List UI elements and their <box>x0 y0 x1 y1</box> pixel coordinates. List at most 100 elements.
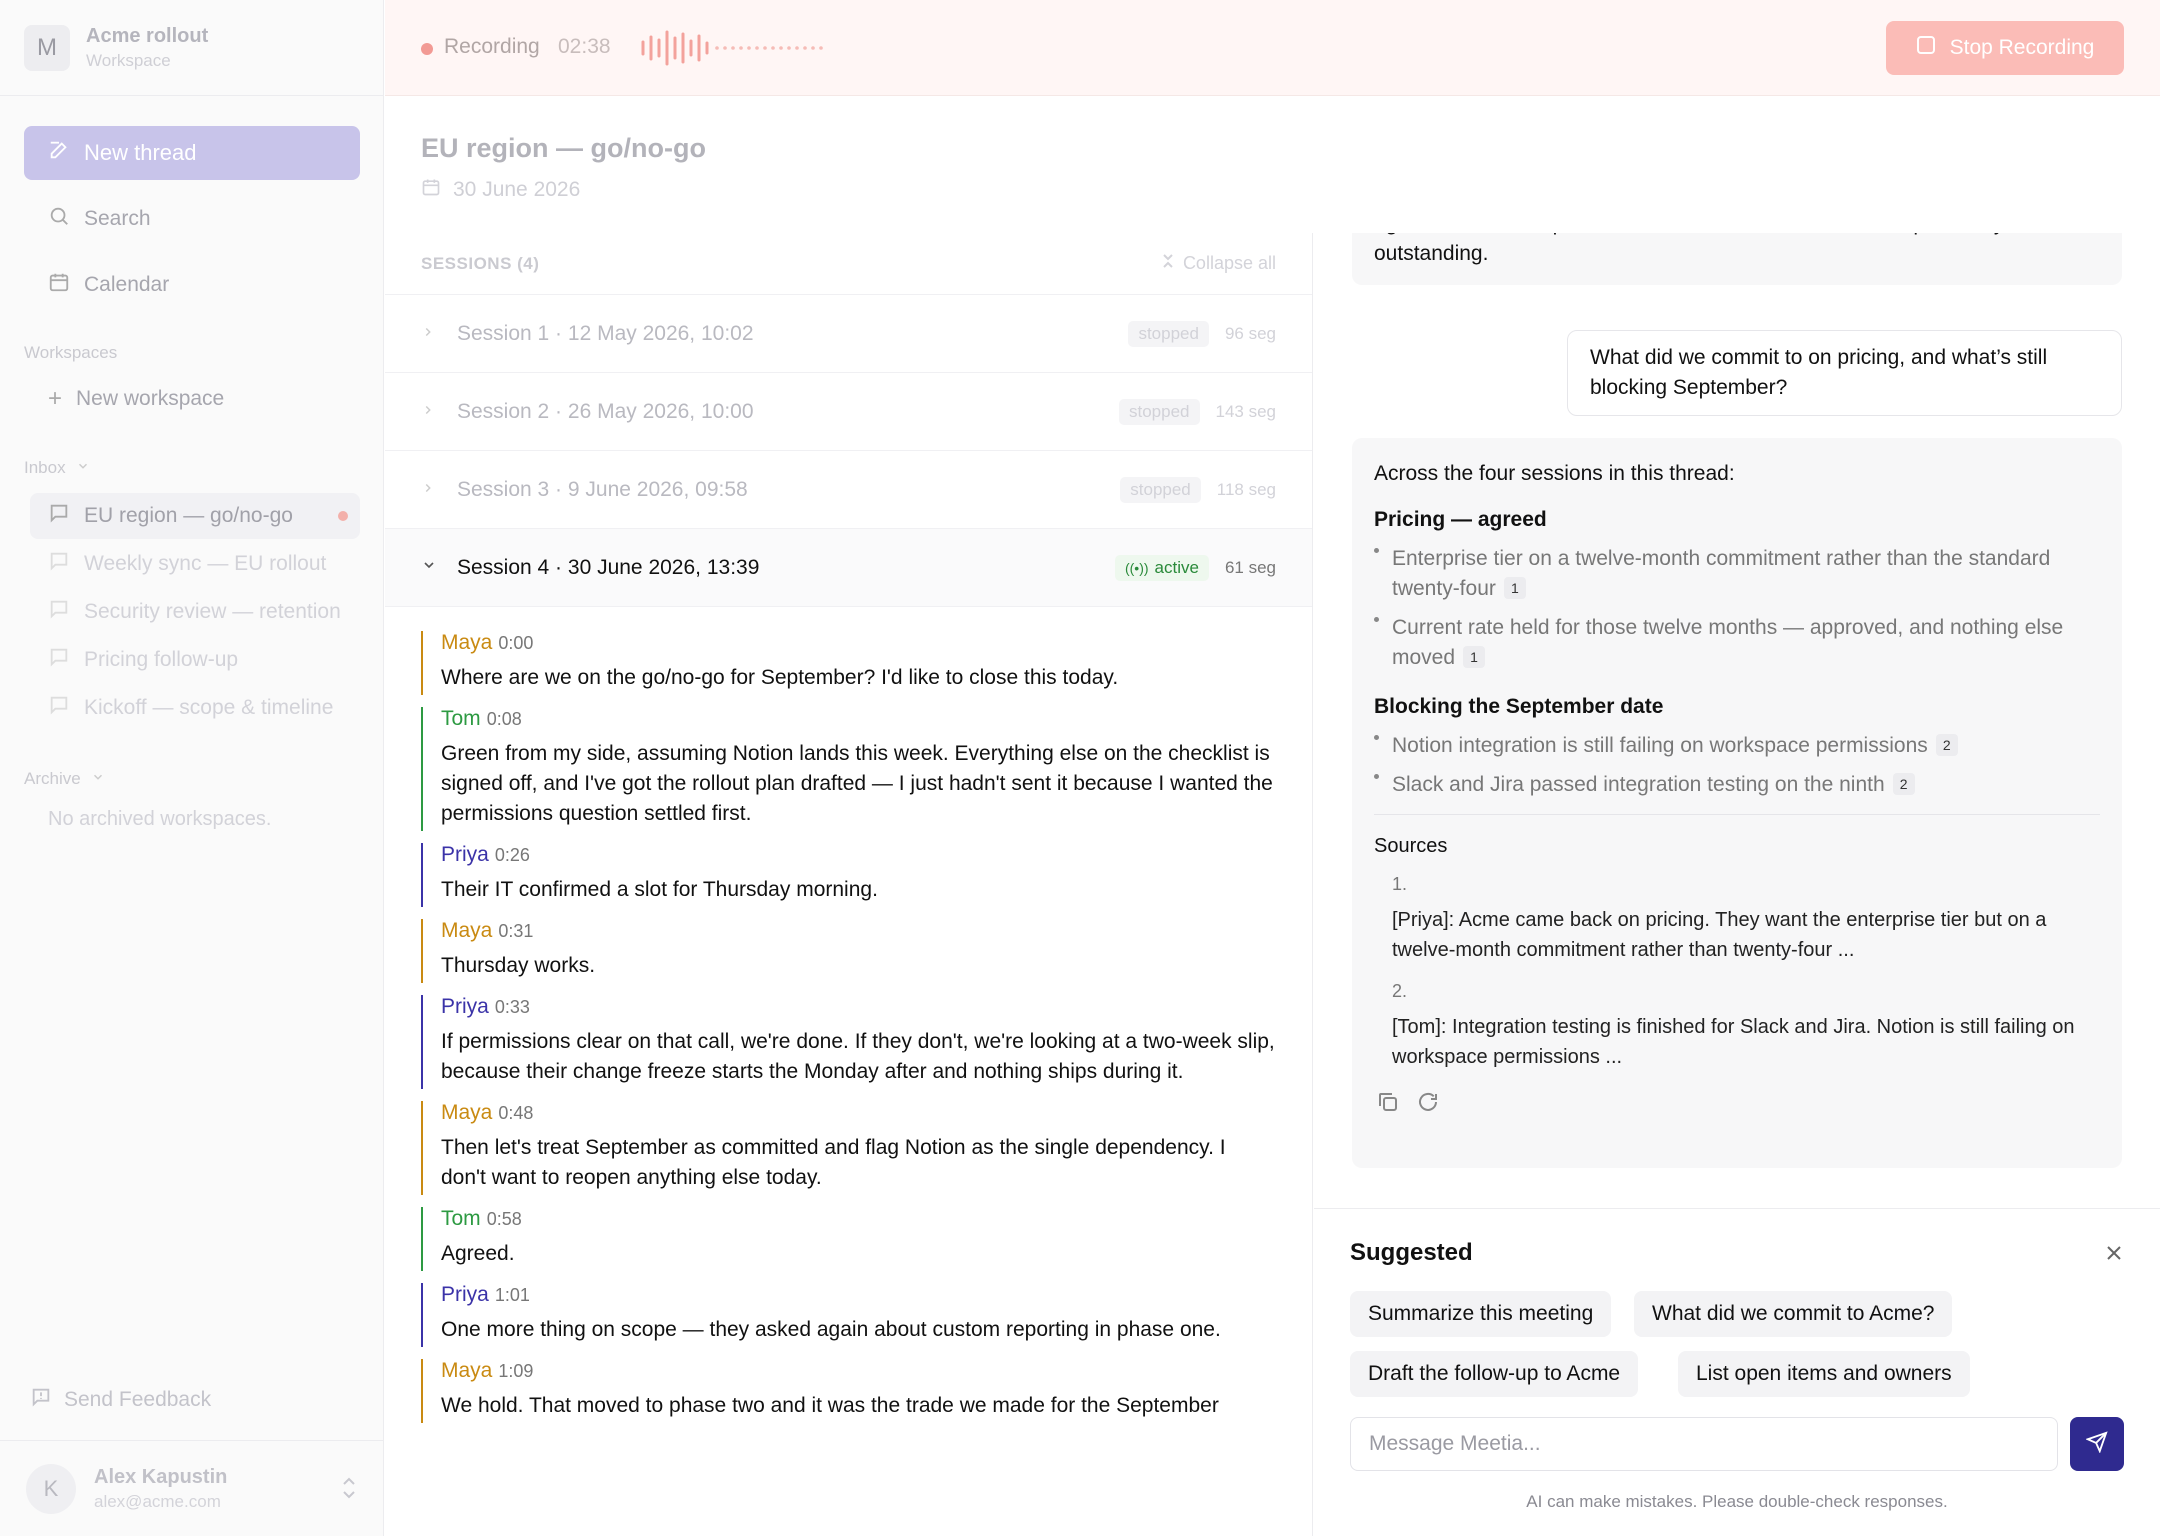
message-input[interactable] <box>1350 1417 2058 1471</box>
calendar-icon <box>421 177 441 203</box>
user-menu[interactable]: K Alex Kapustin alex@acme.com <box>0 1440 384 1536</box>
segment-count: 96 seg <box>1224 323 1276 343</box>
session-row[interactable]: Session 3 · 9 June 2026, 09:58 stopped 11… <box>385 451 1312 529</box>
session-row[interactable]: Session 2 · 26 May 2026, 10:00 stopped 14… <box>385 373 1312 451</box>
nav-calendar-label: Calendar <box>84 273 170 296</box>
inbox-item[interactable]: Kickoff — scope & timeline <box>30 685 360 731</box>
citation-badge[interactable]: 2 <box>1892 773 1915 795</box>
calendar-icon <box>48 271 70 299</box>
chat-bubble-icon <box>48 646 70 674</box>
session-title: Session 2 · 26 May 2026, 10:00 <box>457 399 754 423</box>
archive-section-toggle[interactable]: Archive <box>24 769 105 789</box>
close-icon[interactable] <box>2104 1243 2124 1268</box>
plus-icon: + <box>48 385 63 412</box>
status-badge: stopped <box>1120 476 1201 503</box>
inbox-item[interactable]: Pricing follow-up <box>30 637 360 683</box>
sources-label: Sources <box>1374 835 1448 857</box>
citation-badge[interactable]: 1 <box>1503 577 1526 599</box>
status-badge: stopped <box>1128 320 1209 347</box>
suggestion-chip[interactable]: Summarize this meeting <box>1350 1291 1612 1337</box>
answer-bullet: Enterprise tier on a twelve-month commit… <box>1374 544 2100 604</box>
source-excerpt[interactable]: [Priya]: Acme came back on pricing. They… <box>1374 905 2100 965</box>
bullet-text: Current rate held for those twelve month… <box>1392 616 2064 669</box>
inbox-item-label: Kickoff — scope & timeline <box>84 696 334 719</box>
workspace-subtitle: Workspace <box>86 50 171 70</box>
thread-date: 30 June 2026 <box>421 177 580 203</box>
inbox-item-label: Pricing follow-up <box>84 648 239 671</box>
new-thread-button[interactable]: New thread <box>24 126 360 180</box>
utterance-timestamp: 0:48 <box>498 1103 534 1123</box>
answer-bullet: Notion integration is still failing on w… <box>1374 731 2100 761</box>
nav-calendar[interactable]: Calendar <box>24 261 360 309</box>
collapse-all-button[interactable]: Collapse all <box>1161 253 1276 274</box>
workspaces-section-label: Workspaces <box>24 343 118 362</box>
chat-bubble-icon <box>48 694 70 722</box>
transcript-utterance: Tom 0:08 Green from my side, assuming Noti… <box>421 707 1276 831</box>
source-number: 1. <box>1392 874 1408 894</box>
source-excerpt[interactable]: [Tom]: Integration testing is finished f… <box>1374 1012 2100 1072</box>
source-number: 2. <box>1392 981 1408 1001</box>
inbox-item[interactable]: Security review — retention <box>30 589 360 635</box>
inbox-item[interactable]: EU region — go/no-go <box>30 493 360 539</box>
status-badge-text: active <box>1154 557 1199 577</box>
sessions-header: SESSIONS (4) Collapse all <box>385 233 1312 295</box>
session-row[interactable]: Session 1 · 12 May 2026, 10:02 stopped 96… <box>385 295 1312 373</box>
answer-intro: Across the four sessions in this thread: <box>1374 462 1735 485</box>
utterance-text: Their IT confirmed a slot for Thursday m… <box>441 878 878 901</box>
speaker-name: Maya <box>441 631 493 654</box>
send-feedback-button[interactable]: Send Feedback <box>30 1386 211 1414</box>
utterance-timestamp: 0:58 <box>486 1209 522 1229</box>
utterance-text: Then let's treat September as committed … <box>441 1136 1226 1189</box>
new-workspace-button[interactable]: + New workspace <box>24 375 360 423</box>
citation-badge[interactable]: 1 <box>1463 646 1486 668</box>
chevron-right-icon <box>421 401 447 422</box>
inbox-item-label: Security review — retention <box>84 600 341 623</box>
stop-recording-label: Stop Recording <box>1949 36 2095 59</box>
utterance-text: If permissions clear on that call, we're… <box>441 1030 1275 1083</box>
chevron-down-icon <box>91 769 105 789</box>
sessions-panel: SESSIONS (4) Collapse all Session 1 · 12… <box>385 233 1313 1536</box>
chat-bubble-icon <box>48 502 70 530</box>
transcript-utterance: Priya 0:26 Their IT confirmed a slot for T… <box>421 843 1276 907</box>
session-title: Session 4 · 30 June 2026, 13:39 <box>457 555 760 579</box>
citation-badge[interactable]: 2 <box>1935 734 1958 756</box>
sidebar: M Acme rollout Workspace New thread Sear… <box>0 0 384 1536</box>
stop-recording-button[interactable]: Stop Recording <box>1886 21 2124 75</box>
workspace-name: Acme rollout <box>86 24 209 47</box>
suggested-title: Suggested <box>1350 1239 1473 1266</box>
nav-search[interactable]: Search <box>24 195 360 243</box>
archive-empty-text: No archived workspaces. <box>48 808 272 830</box>
suggestion-chip[interactable]: What did we commit to Acme? <box>1634 1291 1953 1337</box>
recording-bar: Recording 02:38 Stop Recording <box>385 0 2160 96</box>
speaker-name: Tom <box>441 1207 481 1230</box>
inbox-section-toggle[interactable]: Inbox <box>24 458 90 478</box>
transcript-utterance: Priya 1:01 One more thing on scope — they … <box>421 1283 1276 1347</box>
send-button[interactable] <box>2070 1417 2124 1471</box>
app-root: M Acme rollout Workspace New thread Sear… <box>0 0 2160 1536</box>
inbox-item[interactable]: Weekly sync — EU rollout <box>30 541 360 587</box>
speaker-name: Maya <box>441 1101 493 1124</box>
utterance-text: Thursday works. <box>441 954 596 977</box>
suggestion-chip[interactable]: Draft the follow-up to Acme <box>1350 1351 1639 1397</box>
copy-icon[interactable] <box>1376 1090 1400 1119</box>
workspace-header[interactable]: M Acme rollout Workspace <box>0 0 383 96</box>
answer-heading: Pricing — agreed <box>1374 508 1547 531</box>
transcript: Maya 0:00 Where are we on the go/no-go for… <box>385 607 1312 1423</box>
archive-label: Archive <box>24 769 81 788</box>
regenerate-icon[interactable] <box>1416 1090 1440 1119</box>
session-row-active[interactable]: Session 4 · 30 June 2026, 13:39 ((•)) ac… <box>385 529 1312 607</box>
inbox-item-label: Weekly sync — EU rollout <box>84 552 327 575</box>
chevron-down-icon <box>421 557 447 578</box>
suggestion-chip[interactable]: List open items and owners <box>1678 1351 1970 1397</box>
recording-dot-icon <box>421 43 433 55</box>
bullet-text: Notion integration is still failing on w… <box>1392 734 1928 757</box>
status-badge: stopped <box>1119 398 1200 425</box>
answer-bullet: Slack and Jira passed integration testin… <box>1374 770 2100 800</box>
speaker-name: Tom <box>441 707 481 730</box>
send-feedback-label: Send Feedback <box>64 1388 212 1411</box>
utterance-text: Green from my side, assuming Notion land… <box>441 742 1273 825</box>
user-name: Alex Kapustin <box>94 1465 228 1488</box>
utterance-text: One more thing on scope — they asked aga… <box>441 1318 1221 1341</box>
thread-header: EU region — go/no-go 30 June 2026 <box>385 97 2160 233</box>
transcript-utterance: Maya 0:48 Then let's treat September as co… <box>421 1101 1276 1195</box>
